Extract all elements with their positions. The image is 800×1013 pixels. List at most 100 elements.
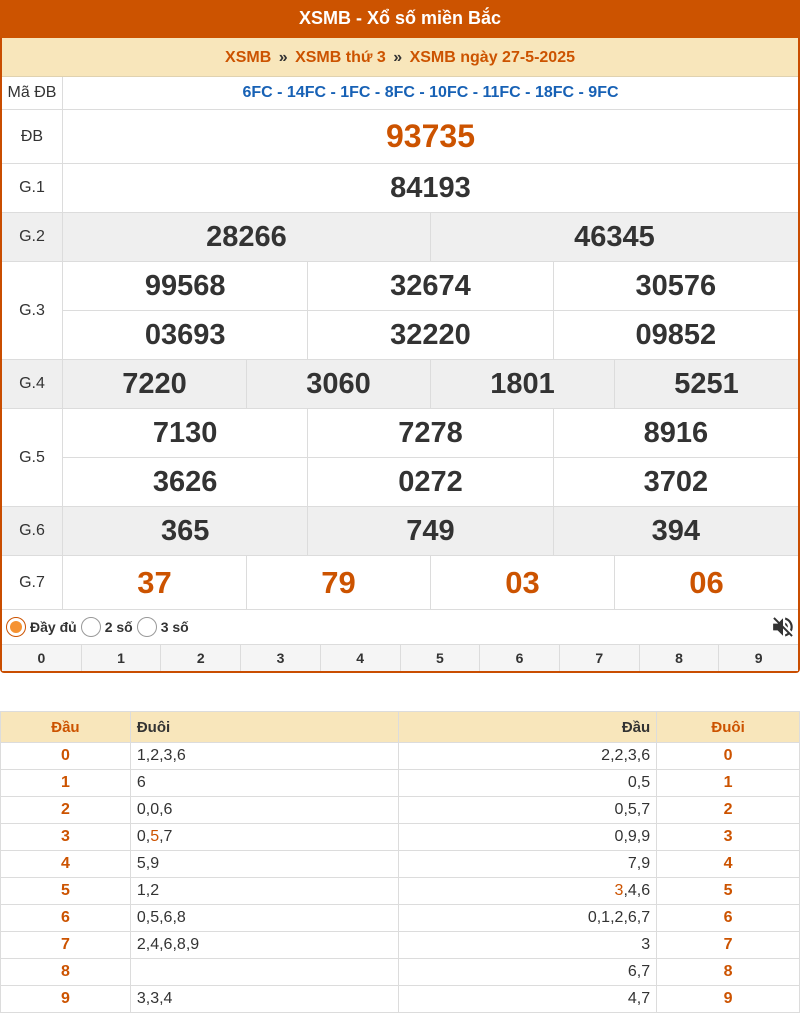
table-row: 4 5,9 7,9 4 — [0, 850, 800, 878]
digit-filter: 0 1 2 3 4 5 6 7 8 9 — [2, 644, 798, 671]
loto-digit: 6 — [136, 774, 146, 791]
prize-number: 3060 — [246, 360, 430, 408]
loto-digit: 1 — [601, 909, 611, 926]
dau-right-cell: 0,5 — [398, 769, 658, 797]
loto-digit: 7 — [641, 801, 651, 818]
loto-digit: 2 — [150, 747, 160, 764]
digit-button-6[interactable]: 6 — [479, 645, 559, 671]
loto-digit: 6 — [163, 801, 173, 818]
row-madb: Mã ĐB 6FC - 14FC - 1FC - 8FC - 10FC - 11… — [2, 77, 798, 110]
table-row: 7 2,4,6,8,9 3 7 — [0, 931, 800, 959]
loto-digit: 5 — [627, 801, 637, 818]
digit-button-4[interactable]: 4 — [319, 645, 400, 671]
dau-right-cell: 3,4,6 — [398, 877, 658, 905]
header-dau-right: Đầu — [398, 711, 658, 743]
row-g6: G.6 365 749 394 — [2, 507, 798, 556]
breadcrumb-separator: » — [393, 49, 403, 66]
breadcrumb-home-link[interactable]: XSMB — [225, 49, 271, 66]
dau-cell: 2 — [0, 796, 131, 824]
volume-mute-icon[interactable] — [770, 614, 796, 640]
table-row: 5 1,2 3,4,6 5 — [0, 877, 800, 905]
dau-cell: 6 — [0, 904, 131, 932]
row-g2: G.2 28266 46345 — [2, 213, 798, 262]
dau-cell: 8 — [0, 958, 131, 986]
prize-number: 32674 — [307, 262, 552, 310]
row-g4: G.4 7220 3060 1801 5251 — [2, 360, 798, 409]
option-full[interactable]: Đầy đủ — [6, 617, 77, 637]
dau-right-cell: 6,7 — [398, 958, 658, 986]
loto-digit: 3 — [627, 747, 637, 764]
duoi-right-cell: 7 — [656, 931, 800, 959]
loto-digit: 4 — [150, 936, 160, 953]
display-options: Đầy đủ 2 số 3 số — [2, 610, 798, 644]
radio-three-digits[interactable] — [136, 617, 157, 637]
duoi-cell: 0,0,6 — [129, 796, 400, 824]
breadcrumb-day-link[interactable]: XSMB thứ 3 — [295, 49, 386, 66]
digit-button-2[interactable]: 2 — [160, 645, 240, 671]
dau-cell: 9 — [0, 985, 131, 1013]
row-label: Mã ĐB — [2, 77, 63, 109]
dau-right-cell: 4,7 — [398, 985, 658, 1013]
loto-digit: 9 — [641, 855, 651, 872]
loto-digit: 5 — [641, 774, 651, 791]
digit-button-5[interactable]: 5 — [399, 645, 480, 671]
row-label: G.3 — [2, 262, 63, 359]
loto-digit: 7 — [641, 963, 651, 980]
duoi-cell: 0,5,6,8 — [129, 904, 400, 932]
loto-digit: 3 — [136, 990, 146, 1007]
prize-number: 394 — [552, 507, 798, 555]
table-row: 1 6 0,5 1 — [0, 769, 800, 797]
radio-full[interactable] — [6, 617, 26, 637]
duoi-cell: 1,2 — [129, 877, 400, 905]
digit-button-0[interactable]: 0 — [2, 645, 81, 671]
loto-digit: 6 — [641, 882, 651, 899]
table-row: 3 0,5,7 0,9,9 3 — [0, 823, 800, 851]
duoi-right-cell: 2 — [656, 796, 800, 824]
dau-cell: 4 — [0, 850, 131, 878]
dau-right-cell: 0,9,9 — [398, 823, 658, 851]
prize-number: 8916 — [552, 409, 798, 457]
loto-digit: 3 — [641, 936, 651, 953]
loto-digit: 9 — [627, 828, 637, 845]
loto-digit: 4 — [627, 882, 637, 899]
row-label: G.4 — [2, 360, 63, 408]
duoi-cell — [129, 958, 400, 986]
prize-number: 365 — [160, 514, 210, 547]
digit-button-7[interactable]: 7 — [558, 645, 639, 671]
duoi-cell: 0,5,7 — [129, 823, 400, 851]
result-box: XSMB - Xổ số miền Bắc XSMB » XSMB thứ 3 … — [0, 0, 800, 673]
duoi-right-cell: 6 — [656, 904, 800, 932]
prize-number: 93735 — [386, 118, 475, 154]
digit-button-1[interactable]: 1 — [80, 645, 161, 671]
duoi-cell: 5,9 — [129, 850, 400, 878]
loto-digit: 7 — [641, 909, 651, 926]
digit-button-8[interactable]: 8 — [638, 645, 719, 671]
loto-digit: 0 — [136, 801, 146, 818]
loto-digit: 8 — [176, 909, 186, 926]
row-label: G.2 — [2, 213, 63, 261]
loto-digit: 7 — [627, 855, 637, 872]
prize-number: 30576 — [552, 262, 798, 310]
table-row: 0 1,2,3,6 2,2,3,6 0 — [0, 742, 800, 770]
loto-digit: 5 — [136, 855, 146, 872]
option-two-digits[interactable]: 2 số — [80, 617, 133, 637]
row-label: G.5 — [2, 409, 63, 506]
digit-button-3[interactable]: 3 — [240, 645, 320, 671]
prize-number: 09852 — [552, 311, 798, 359]
digit-button-9[interactable]: 9 — [718, 645, 798, 671]
loto-digit: 0 — [150, 801, 160, 818]
loto-digit: 0 — [627, 774, 637, 791]
loto-digit: 7 — [163, 828, 173, 845]
radio-two-digits[interactable] — [80, 617, 101, 637]
breadcrumb-date-link[interactable]: XSMB ngày 27-5-2025 — [410, 49, 575, 66]
breadcrumb: XSMB » XSMB thứ 3 » XSMB ngày 27-5-2025 — [2, 38, 798, 77]
row-db: ĐB 93735 — [2, 110, 798, 164]
duoi-cell: 6 — [129, 769, 400, 797]
loto-digit: 2 — [614, 747, 624, 764]
breadcrumb-separator: » — [278, 49, 288, 66]
option-three-digits[interactable]: 3 số — [136, 617, 189, 637]
table-row: 9 3,3,4 4,7 9 — [0, 985, 800, 1013]
header-duoi: Đuôi — [129, 711, 400, 743]
dau-right-cell: 0,5,7 — [398, 796, 658, 824]
prize-number: 46345 — [430, 213, 798, 261]
